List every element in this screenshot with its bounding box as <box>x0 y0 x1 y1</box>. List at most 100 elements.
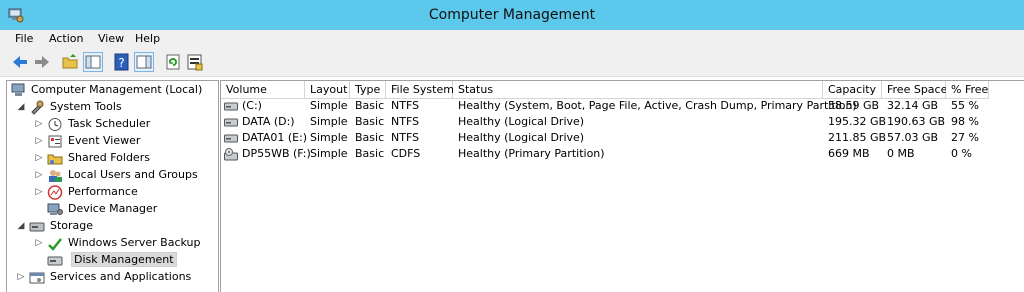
title-bar[interactable]: Computer Management <box>0 0 1024 30</box>
cell-volume: (C:) <box>242 99 262 112</box>
clock-icon <box>48 118 62 131</box>
back-icon[interactable] <box>10 52 30 72</box>
menu-help[interactable]: Help <box>135 32 160 45</box>
cell-volume: DP55WB (F:) <box>242 147 311 160</box>
tree-item-computer-management[interactable]: Computer Management (Local) <box>7 82 216 99</box>
cell-type: Basic <box>355 115 385 128</box>
disk-management-icon <box>47 256 63 266</box>
cell-capacity: 669 MB <box>828 147 870 160</box>
cell-free-space: 57.03 GB <box>887 131 939 144</box>
shared-folder-icon <box>47 154 63 165</box>
expand-arrow-icon[interactable]: ▷ <box>34 153 44 163</box>
tree-item-disk-management[interactable]: Disk Management <box>7 252 216 269</box>
cell-layout: Simple <box>310 147 348 160</box>
tree-label: Task Scheduler <box>68 117 151 130</box>
cell-layout: Simple <box>310 99 348 112</box>
tree-item-shared-folders[interactable]: ▷ Shared Folders <box>7 150 216 167</box>
performance-icon <box>47 185 63 200</box>
tree-label: Performance <box>68 185 138 198</box>
cell-type: Basic <box>355 147 385 160</box>
expand-arrow-icon[interactable]: ▷ <box>34 170 44 180</box>
cell-status: Healthy (Primary Partition) <box>458 147 605 160</box>
expand-arrow-icon[interactable]: ▷ <box>34 136 44 146</box>
computer-management-icon <box>11 83 25 96</box>
tree-label: Windows Server Backup <box>68 236 201 249</box>
storage-icon <box>29 222 45 232</box>
cell-percent-free: 55 % <box>951 99 979 112</box>
cell-file-system: CDFS <box>391 147 421 160</box>
console-tree[interactable]: Computer Management (Local) ◢ System Too… <box>6 80 219 292</box>
tree-label: System Tools <box>50 100 122 113</box>
tree-label: Device Manager <box>68 202 158 215</box>
tree-item-system-tools[interactable]: ◢ System Tools <box>7 99 216 116</box>
tree-item-event-viewer[interactable]: ▷ Event Viewer <box>7 133 216 150</box>
tree-item-windows-server-backup[interactable]: ▷ Windows Server Backup <box>7 235 216 252</box>
toolbar: ? <box>0 48 1024 77</box>
up-folder-icon[interactable] <box>60 52 80 72</box>
column-header-type[interactable]: Type <box>350 81 386 99</box>
tree-item-services-and-applications[interactable]: ▷ Services and Applications <box>7 269 216 286</box>
menu-view[interactable]: View <box>98 32 124 45</box>
help-icon[interactable]: ? <box>112 52 132 72</box>
tree-label: Disk Management <box>71 252 177 267</box>
expand-arrow-icon[interactable]: ▷ <box>16 272 26 282</box>
backup-icon <box>48 238 62 251</box>
cell-percent-free: 98 % <box>951 115 979 128</box>
disk-drive-icon <box>224 118 238 127</box>
cell-layout: Simple <box>310 115 348 128</box>
export-list-icon[interactable] <box>185 52 205 72</box>
svg-text:?: ? <box>118 56 124 70</box>
expand-arrow-icon[interactable]: ▷ <box>34 187 44 197</box>
cell-status: Healthy (System, Boot, Page File, Active… <box>458 99 857 112</box>
menu-action[interactable]: Action <box>49 32 83 45</box>
forward-icon[interactable] <box>32 52 52 72</box>
cell-capacity: 211.85 GB <box>828 131 887 144</box>
system-tools-icon <box>31 100 44 115</box>
properties-icon <box>136 55 152 69</box>
window-title: Computer Management <box>428 7 596 23</box>
expand-arrow-icon[interactable]: ▷ <box>34 119 44 129</box>
show-hide-tree-button[interactable] <box>83 52 103 72</box>
refresh-icon[interactable] <box>163 52 183 72</box>
tree-item-storage[interactable]: ◢ Storage <box>7 218 216 235</box>
cell-file-system: NTFS <box>391 115 420 128</box>
cell-percent-free: 0 % <box>951 147 972 160</box>
cell-volume: DATA (D:) <box>242 115 295 128</box>
column-header-volume[interactable]: Volume <box>221 81 305 99</box>
cell-percent-free: 27 % <box>951 131 979 144</box>
device-manager-icon <box>47 203 63 215</box>
tree-label: Event Viewer <box>68 134 141 147</box>
cell-type: Basic <box>355 131 385 144</box>
volume-list[interactable]: Volume Layout Type File System Status Ca… <box>220 80 1024 292</box>
menu-file[interactable]: File <box>15 32 33 45</box>
users-icon <box>49 170 62 182</box>
show-hide-tree-icon <box>85 55 101 69</box>
cell-volume: DATA01 (E:) <box>242 131 308 144</box>
cell-type: Basic <box>355 99 385 112</box>
column-header-free-space[interactable]: Free Space <box>882 81 947 99</box>
column-header-capacity[interactable]: Capacity <box>823 81 882 99</box>
tree-item-device-manager[interactable]: Device Manager <box>7 201 216 218</box>
properties-button[interactable] <box>134 52 154 72</box>
tree-label: Services and Applications <box>50 270 192 283</box>
tree-label: Computer Management (Local) <box>31 83 203 96</box>
cell-capacity: 195.32 GB <box>828 115 887 128</box>
cell-layout: Simple <box>310 131 348 144</box>
tree-label: Local Users and Groups <box>68 168 198 181</box>
tree-item-task-scheduler[interactable]: ▷ Task Scheduler <box>7 116 216 133</box>
cell-free-space: 190.63 GB <box>887 115 946 128</box>
tree-label: Shared Folders <box>68 151 150 164</box>
column-header-percent-free[interactable]: % Free <box>946 81 989 99</box>
column-header-layout[interactable]: Layout <box>305 81 350 99</box>
tree-item-local-users[interactable]: ▷ Local Users and Groups <box>7 167 216 184</box>
cell-capacity: 58.59 GB <box>828 99 880 112</box>
cell-status: Healthy (Logical Drive) <box>458 115 585 128</box>
collapse-arrow-icon[interactable]: ◢ <box>16 102 26 112</box>
menu-bar: File Action View Help <box>0 30 1024 48</box>
column-header-status[interactable]: Status <box>453 81 823 99</box>
collapse-arrow-icon[interactable]: ◢ <box>16 221 26 231</box>
tree-item-performance[interactable]: ▷ Performance <box>7 184 216 201</box>
column-header-file-system[interactable]: File System <box>386 81 454 99</box>
expand-arrow-icon[interactable]: ▷ <box>34 238 44 248</box>
cell-file-system: NTFS <box>391 131 420 144</box>
